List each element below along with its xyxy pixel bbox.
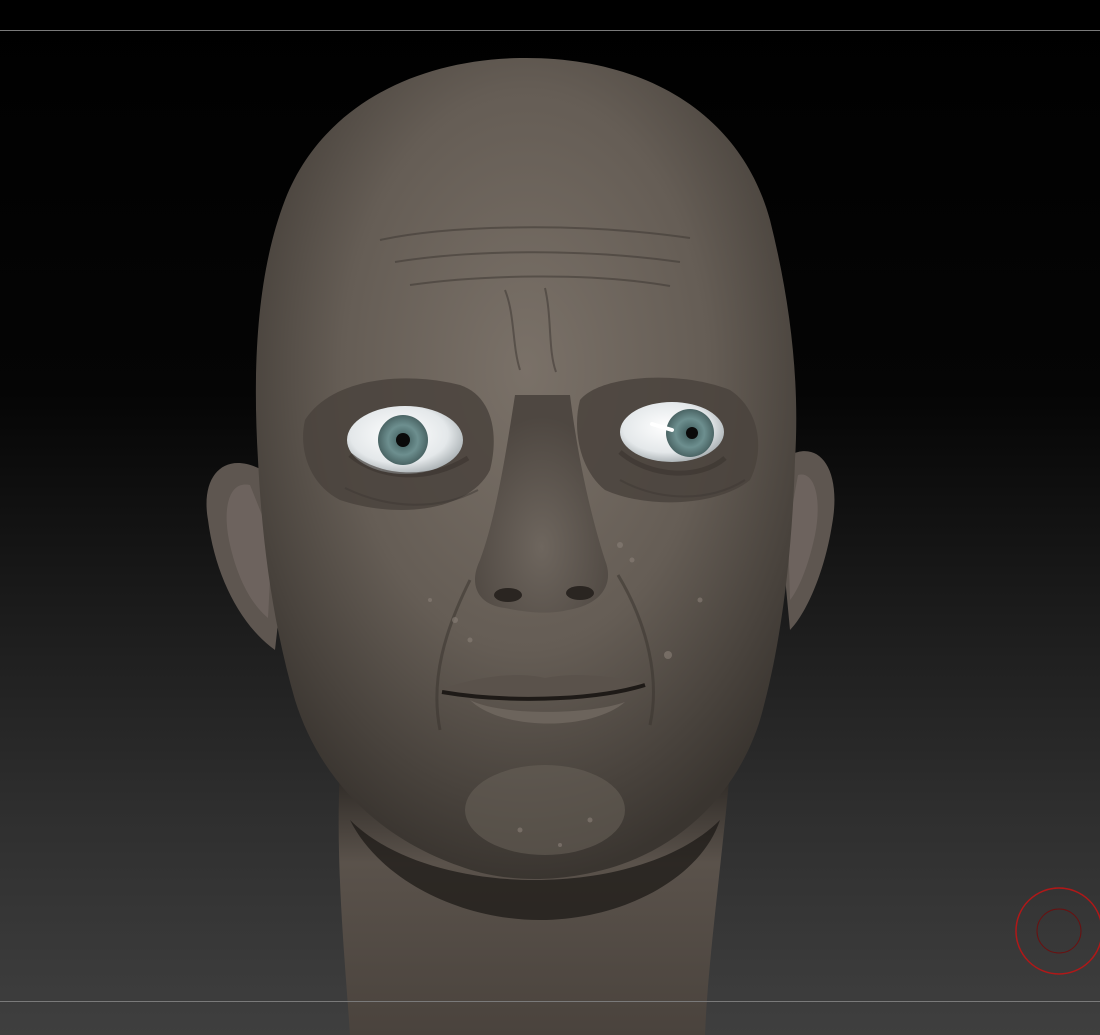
sculpted-head-model[interactable] bbox=[0, 0, 1100, 1035]
viewport-bottom-border bbox=[0, 1001, 1100, 1002]
left-pupil bbox=[396, 433, 410, 447]
brush-inner-ring bbox=[1036, 908, 1082, 954]
right-pupil bbox=[686, 427, 698, 439]
right-nostril bbox=[566, 586, 594, 600]
left-nostril bbox=[494, 588, 522, 602]
brush-cursor-icon bbox=[1015, 887, 1100, 975]
chin bbox=[465, 765, 625, 855]
brush-outer-ring bbox=[1015, 887, 1100, 975]
canvas-viewport[interactable] bbox=[0, 0, 1100, 1035]
